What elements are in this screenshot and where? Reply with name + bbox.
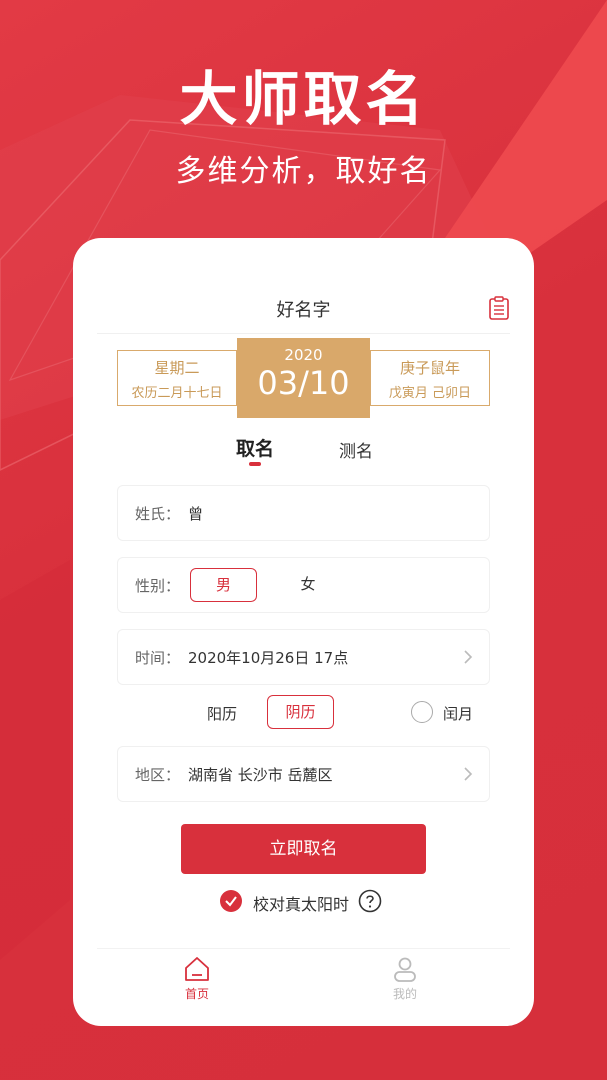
time-field[interactable]: 时间： 2020年10月26日 17点	[117, 629, 490, 685]
surname-field[interactable]: 姓氏： 曾	[117, 485, 490, 541]
region-label: 地区：	[135, 766, 181, 784]
date-panel: 星期二 农历二月十七日 2020 03/10 庚子鼠年 戊寅月 己卯日	[117, 338, 490, 418]
region-field[interactable]: 地区： 湖南省 长沙市 岳麓区	[117, 746, 490, 802]
leap-month-radio[interactable]	[411, 701, 433, 723]
card-header: 好名字	[97, 282, 510, 334]
card-title: 好名字	[276, 300, 331, 321]
gender-label: 性别：	[135, 577, 181, 595]
weekday-text: 星期二	[154, 359, 200, 377]
gender-male-button[interactable]: 男	[190, 568, 257, 602]
tab-active-indicator	[249, 462, 261, 466]
nav-mine[interactable]: 我的	[375, 955, 435, 1002]
nav-mine-label: 我的	[392, 987, 417, 1001]
chevron-right-icon	[464, 767, 473, 781]
time-label: 时间：	[135, 649, 181, 667]
user-icon	[394, 957, 416, 982]
date-year: 2020	[284, 346, 323, 364]
date-right-box: 庚子鼠年 戊寅月 己卯日	[370, 350, 490, 406]
time-value: 2020年10月26日 17点	[188, 649, 349, 667]
bottom-nav: 首页 我的	[97, 948, 510, 1008]
verify-solar-time-label: 校对真太阳时	[253, 895, 350, 914]
checkbox-checked-icon[interactable]	[220, 890, 242, 912]
ganzhi-text: 戊寅月 己卯日	[388, 386, 472, 401]
date-day: 03/10	[257, 364, 350, 402]
verify-solar-time: 校对真太阳时	[220, 888, 390, 914]
lunar-calendar-option[interactable]: 阴历	[267, 695, 334, 729]
nav-home[interactable]: 首页	[167, 955, 227, 1002]
leap-month-label: 闰月	[443, 705, 474, 723]
hero-title: 大师取名	[179, 65, 428, 133]
region-value: 湖南省 长沙市 岳麓区	[188, 766, 333, 784]
home-icon	[185, 957, 209, 981]
lunar-date-text: 农历二月十七日	[131, 386, 223, 401]
chevron-right-icon	[464, 650, 473, 664]
gender-field: 性别： 男 女	[117, 557, 490, 613]
clipboard-icon[interactable]	[488, 296, 510, 320]
question-icon[interactable]	[358, 889, 382, 913]
date-left-box: 星期二 农历二月十七日	[117, 350, 237, 406]
nav-home-label: 首页	[184, 987, 209, 1001]
gender-female-button[interactable]: 女	[288, 568, 328, 602]
tab-naming[interactable]: 取名	[236, 434, 274, 461]
submit-naming-button[interactable]: 立即取名	[181, 824, 426, 874]
surname-label: 姓氏：	[135, 505, 181, 523]
naming-card: 好名字 星期二 农历二月十七日 2020 03/10 庚子鼠年 戊寅月 己卯日 …	[73, 238, 534, 1026]
date-center-box[interactable]: 2020 03/10	[237, 338, 370, 418]
tab-bar: 取名 测名	[73, 434, 534, 474]
hero-subtitle: 多维分析，取好名	[175, 154, 432, 189]
surname-input[interactable]: 曾	[188, 503, 203, 524]
zodiac-year-text: 庚子鼠年	[399, 359, 460, 377]
tab-test-name[interactable]: 测名	[339, 437, 373, 462]
solar-calendar-option[interactable]: 阳历	[207, 703, 237, 724]
